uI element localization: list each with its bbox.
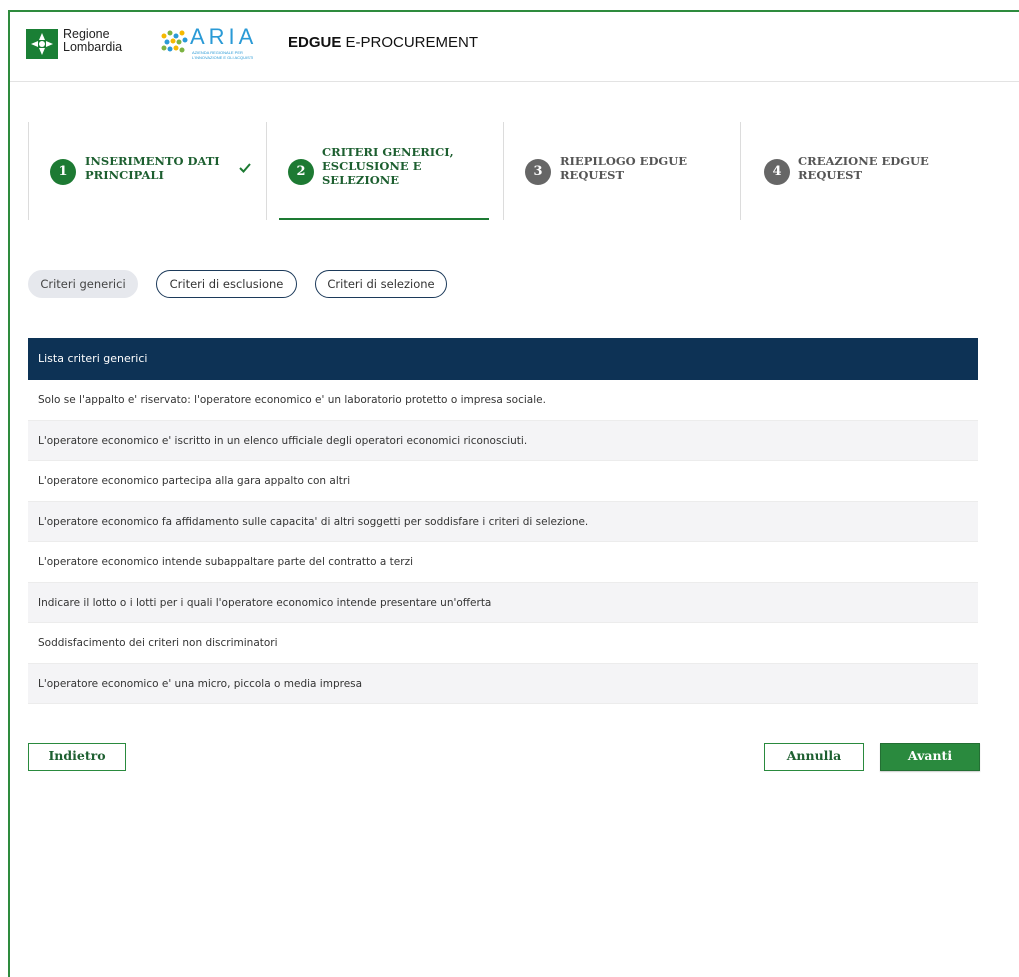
step-4-label-line2: REQUEST bbox=[798, 168, 862, 182]
step-1[interactable]: 1 INSERIMENTO DATI PRINCIPALI bbox=[28, 122, 266, 220]
table-row[interactable]: L'operatore economico e' una micro, picc… bbox=[28, 663, 978, 704]
step-2-label-line1: CRITERI GENERICI, bbox=[322, 145, 454, 159]
table-row[interactable]: L'operatore economico partecipa alla gar… bbox=[28, 461, 978, 502]
table-row[interactable]: Soddisfacimento dei criteri non discrimi… bbox=[28, 623, 978, 664]
step-2[interactable]: 2 CRITERI GENERICI, ESCLUSIONE E SELEZIO… bbox=[266, 122, 503, 220]
page-frame: Regione Lombardia ARIA AZIENDA REGIONALE… bbox=[8, 10, 1019, 977]
table-body: Solo se l'appalto e' riservato: l'operat… bbox=[28, 380, 978, 704]
step-2-label-line2: ESCLUSIONE E bbox=[322, 159, 422, 173]
step-1-label-line1: INSERIMENTO DATI bbox=[85, 154, 220, 168]
app-title-rest: E-PROCUREMENT bbox=[341, 34, 479, 51]
step-3-label: RIEPILOGO EDGUE REQUEST bbox=[560, 154, 687, 182]
table-header: Lista criteri generici bbox=[28, 338, 978, 380]
app-title: EDGUE E-PROCUREMENT bbox=[288, 34, 478, 51]
step-3[interactable]: 3 RIEPILOGO EDGUE REQUEST bbox=[503, 122, 740, 220]
step-4-label: CREAZIONE EDGUE REQUEST bbox=[798, 154, 929, 182]
tab-criteri-generici[interactable]: Criteri generici bbox=[28, 270, 138, 298]
active-step-underline bbox=[279, 218, 489, 220]
step-1-number: 1 bbox=[50, 159, 76, 185]
back-button[interactable]: Indietro bbox=[28, 743, 126, 771]
step-divider bbox=[503, 122, 504, 220]
criteria-table: Lista criteri generici Solo se l'appalto… bbox=[28, 338, 978, 704]
step-4-label-line1: CREAZIONE EDGUE bbox=[798, 154, 929, 168]
table-row[interactable]: Solo se l'appalto e' riservato: l'operat… bbox=[28, 380, 978, 421]
step-divider bbox=[266, 122, 267, 220]
cancel-button[interactable]: Annulla bbox=[764, 743, 864, 771]
step-3-number: 3 bbox=[525, 159, 551, 185]
wizard-stepper: 1 INSERIMENTO DATI PRINCIPALI 2 CRITERI … bbox=[28, 122, 978, 222]
tab-criteri-esclusione[interactable]: Criteri di esclusione bbox=[156, 270, 297, 298]
step-2-label: CRITERI GENERICI, ESCLUSIONE E SELEZIONE bbox=[322, 145, 454, 187]
step-3-label-line1: RIEPILOGO EDGUE bbox=[560, 154, 688, 168]
step-1-label-line2: PRINCIPALI bbox=[85, 168, 164, 182]
step-2-number: 2 bbox=[288, 159, 314, 185]
app-header: Regione Lombardia ARIA AZIENDA REGIONALE… bbox=[10, 12, 1019, 82]
aria-logo-text: ARIA bbox=[190, 24, 258, 49]
step-4[interactable]: 4 CREAZIONE EDGUE REQUEST bbox=[740, 122, 977, 220]
table-row[interactable]: L'operatore economico intende subappalta… bbox=[28, 542, 978, 583]
step-3-label-line2: REQUEST bbox=[560, 168, 624, 182]
aria-logo-dots-icon bbox=[161, 30, 188, 53]
tab-criteri-selezione[interactable]: Criteri di selezione bbox=[315, 270, 447, 298]
next-button[interactable]: Avanti bbox=[880, 743, 980, 771]
table-row[interactable]: L'operatore economico fa affidamento sul… bbox=[28, 501, 978, 542]
aria-logo-subtitle: AZIENDA REGIONALE PER L'INNOVAZIONE E GL… bbox=[192, 50, 254, 60]
regione-lombardia-logo-icon bbox=[26, 29, 58, 59]
check-icon bbox=[238, 160, 252, 179]
table-row[interactable]: Indicare il lotto o i lotti per i quali … bbox=[28, 582, 978, 623]
rl-logo-line2: Lombardia bbox=[63, 40, 123, 54]
regione-lombardia-logo-text: Regione Lombardia bbox=[63, 28, 122, 54]
step-1-label: INSERIMENTO DATI PRINCIPALI bbox=[85, 154, 220, 182]
table-row[interactable]: L'operatore economico e' iscritto in un … bbox=[28, 420, 978, 461]
step-divider bbox=[740, 122, 741, 220]
step-2-label-line3: SELEZIONE bbox=[322, 173, 399, 187]
step-4-number: 4 bbox=[764, 159, 790, 185]
app-title-bold: EDGUE bbox=[288, 34, 342, 51]
step-divider bbox=[28, 122, 29, 220]
